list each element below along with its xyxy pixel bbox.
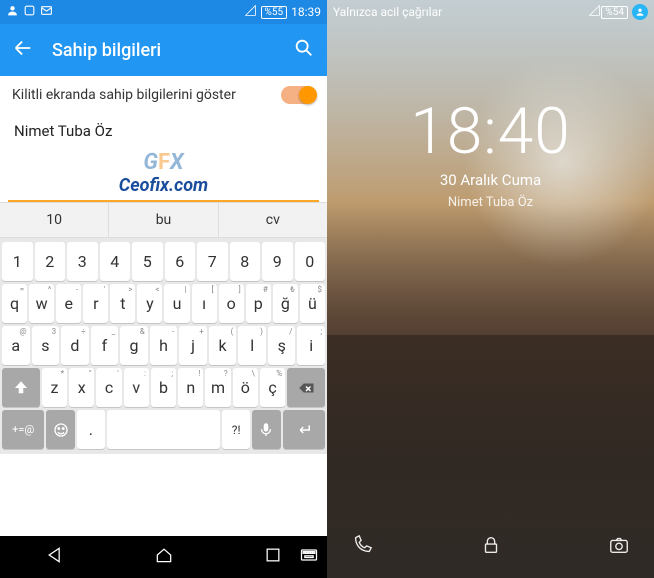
nav-bar <box>0 536 327 578</box>
key-y[interactable]: y< <box>137 284 162 323</box>
key-h[interactable]: h- <box>150 326 178 365</box>
search-button[interactable] <box>293 37 315 63</box>
keyboard: 1234567890 q=w^e-r't>y<u|ı[o]p#ğ₺ü$ a@s3… <box>0 238 327 454</box>
key-j[interactable]: j+ <box>179 326 207 365</box>
key-p[interactable]: p# <box>246 284 271 323</box>
status-bar: %55 18:39 <box>0 0 327 24</box>
mic-key[interactable] <box>252 410 280 449</box>
suggestion-item[interactable]: cv <box>219 203 327 237</box>
key-e[interactable]: e- <box>56 284 81 323</box>
key-5[interactable]: 5 <box>132 242 163 281</box>
toggle-row-show-owner[interactable]: Kilitli ekranda sahip bilgilerini göster <box>0 76 327 112</box>
gmail-icon <box>40 4 53 20</box>
key-s[interactable]: s3 <box>32 326 60 365</box>
wallpaper <box>327 0 654 578</box>
key-ğ[interactable]: ğ₺ <box>273 284 298 323</box>
status-bar: Yalnızca acil çağrılar %54 <box>327 0 654 24</box>
lock-icon[interactable] <box>480 534 502 560</box>
key-f[interactable]: f_ <box>91 326 119 365</box>
keyboard-toggle-icon[interactable] <box>299 545 319 569</box>
lock-owner: Nimet Tuba Öz <box>327 195 654 210</box>
key-0[interactable]: 0 <box>295 242 326 281</box>
key-z[interactable]: z* <box>42 368 67 407</box>
nav-recents-icon[interactable] <box>263 545 283 569</box>
key-g[interactable]: g& <box>120 326 148 365</box>
watermark: GFX Ceofix.com <box>0 150 327 196</box>
key-3[interactable]: 3 <box>67 242 98 281</box>
person-icon <box>6 4 19 20</box>
key-7[interactable]: 7 <box>197 242 228 281</box>
key-l[interactable]: l) <box>238 326 266 365</box>
battery-indicator: %54 <box>601 6 628 19</box>
signal-icon <box>588 4 601 20</box>
key-d[interactable]: d÷ <box>61 326 89 365</box>
shift-key[interactable] <box>2 368 40 407</box>
status-time: 18:39 <box>291 5 321 19</box>
key-i[interactable]: i; <box>297 326 325 365</box>
key-ü[interactable]: ü$ <box>300 284 325 323</box>
emergency-text: Yalnızca acil çağrılar <box>333 5 442 19</box>
space-key[interactable] <box>107 410 220 449</box>
key-q[interactable]: q= <box>2 284 27 323</box>
key-v[interactable]: v: <box>124 368 149 407</box>
key-n[interactable]: n! <box>178 368 203 407</box>
phone-shortcut-icon[interactable] <box>351 534 373 560</box>
back-button[interactable] <box>12 37 34 63</box>
browser-icon <box>23 4 36 20</box>
toggle-label: Kilitli ekranda sahip bilgilerini göster <box>12 87 281 103</box>
key-ş[interactable]: ş/ <box>268 326 296 365</box>
key-a[interactable]: a@ <box>2 326 30 365</box>
key-w[interactable]: w^ <box>29 284 54 323</box>
key-m[interactable]: m? <box>205 368 230 407</box>
battery-indicator: %55 <box>261 6 288 19</box>
lock-time: 18:40 <box>327 94 654 169</box>
nav-home-icon[interactable] <box>154 545 174 569</box>
key-.[interactable]: . <box>77 410 105 449</box>
lock-screen: Yalnızca acil çağrılar %54 18:40 30 Aral… <box>327 0 654 578</box>
key-4[interactable]: 4 <box>100 242 131 281</box>
lock-info: 18:40 30 Aralık Cuma Nimet Tuba Öz <box>327 94 654 210</box>
toggle-switch[interactable] <box>281 86 315 104</box>
key-ç[interactable]: ç% <box>260 368 285 407</box>
key-8[interactable]: 8 <box>230 242 261 281</box>
key-1[interactable]: 1 <box>2 242 33 281</box>
lock-date: 30 Aralık Cuma <box>327 171 654 189</box>
input-value: Nimet Tuba Öz <box>14 122 313 140</box>
key-c[interactable]: c' <box>96 368 121 407</box>
emoji-key[interactable] <box>46 410 74 449</box>
suggestion-item[interactable]: bu <box>109 203 218 237</box>
key-t[interactable]: t> <box>110 284 135 323</box>
symbols-key[interactable]: +=@ <box>2 410 44 449</box>
app-bar: Sahip bilgileri <box>0 24 327 76</box>
punctuation-key[interactable]: ?! <box>222 410 250 449</box>
nav-back-icon[interactable] <box>45 545 65 569</box>
suggestion-item[interactable]: 10 <box>0 203 109 237</box>
key-6[interactable]: 6 <box>165 242 196 281</box>
page-title: Sahip bilgileri <box>52 40 293 61</box>
key-ö[interactable]: ö\ <box>233 368 258 407</box>
camera-shortcut-icon[interactable] <box>608 534 630 560</box>
key-u[interactable]: u| <box>164 284 189 323</box>
key-o[interactable]: o] <box>219 284 244 323</box>
key-ı[interactable]: ı[ <box>192 284 217 323</box>
enter-key[interactable] <box>283 410 325 449</box>
key-2[interactable]: 2 <box>35 242 66 281</box>
keyboard-suggestions: 10 bu cv <box>0 202 327 238</box>
key-k[interactable]: k( <box>209 326 237 365</box>
signal-icon <box>244 4 257 20</box>
user-avatar-icon[interactable] <box>632 4 648 20</box>
owner-name-input[interactable]: Nimet Tuba Öz <box>0 112 327 146</box>
settings-screen: %55 18:39 Sahip bilgileri Kilitli ekrand… <box>0 0 327 578</box>
key-b[interactable]: b; <box>151 368 176 407</box>
key-9[interactable]: 9 <box>262 242 293 281</box>
key-x[interactable]: x" <box>69 368 94 407</box>
key-r[interactable]: r' <box>83 284 108 323</box>
backspace-key[interactable] <box>287 368 325 407</box>
lock-shortcuts <box>327 534 654 560</box>
